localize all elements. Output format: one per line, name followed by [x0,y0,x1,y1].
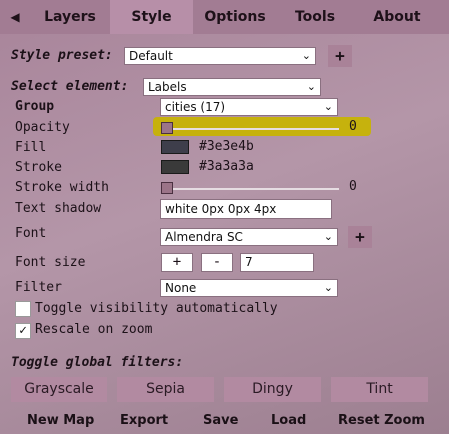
reset-zoom-button[interactable]: Reset Zoom [338,413,425,428]
toggle-visibility-checkbox[interactable] [15,301,31,317]
stroke-label: Stroke [15,160,62,175]
opacity-slider-thumb[interactable] [161,122,173,134]
style-preset-value: Default [129,49,173,63]
fill-color-value: #3e3e4b [199,139,254,154]
chevron-down-icon: ⌄ [306,80,316,93]
opacity-slider[interactable] [163,128,339,130]
dingy-filter-button[interactable]: Dingy [224,377,321,402]
font-value: Almendra SC [165,230,243,244]
text-shadow-label: Text shadow [15,201,102,216]
grayscale-filter-button[interactable]: Grayscale [11,377,107,402]
check-icon: ✓ [19,323,27,338]
new-map-button[interactable]: New Map [27,413,94,428]
select-element-label: Select element: [11,79,129,94]
text-shadow-input[interactable]: white 0px 0px 4px [160,199,332,219]
group-select[interactable]: cities (17) ⌄ [160,98,338,116]
chevron-down-icon: ⌄ [323,281,333,294]
global-filters-label: Toggle global filters: [11,355,184,370]
select-element-value: Labels [148,80,187,94]
filter-select[interactable]: None ⌄ [160,279,338,297]
rescale-on-zoom-label: Rescale on zoom [35,322,153,337]
add-font-button[interactable]: + [348,226,372,248]
stroke-width-slider-thumb[interactable] [161,182,173,194]
stroke-color-swatch[interactable] [161,160,189,174]
collapse-arrow-icon[interactable]: ◀ [0,10,30,24]
group-value: cities (17) [165,100,226,114]
rescale-on-zoom-checkbox[interactable]: ✓ [15,323,31,339]
font-size-input[interactable]: 7 [240,253,314,272]
toggle-visibility-label: Toggle visibility automatically [35,301,278,316]
tab-layers[interactable]: Layers [30,0,110,34]
chevron-down-icon: ⌄ [301,49,311,62]
filter-label: Filter [15,280,62,295]
filter-value: None [165,281,197,295]
tab-about[interactable]: About [353,0,441,34]
font-size-increase-button[interactable]: + [161,253,193,272]
sepia-filter-button[interactable]: Sepia [117,377,214,402]
chevron-down-icon: ⌄ [323,230,333,243]
tab-tools[interactable]: Tools [277,0,353,34]
opacity-label: Opacity [15,120,70,135]
group-label: Group [15,99,55,114]
opacity-highlight [153,117,371,136]
font-label: Font [15,226,47,241]
bottom-action-bar: New Map Export Save Load Reset Zoom [0,408,449,432]
style-preset-select[interactable]: Default ⌄ [124,47,316,65]
stroke-width-label: Stroke width [15,180,109,195]
add-style-preset-button[interactable]: + [328,45,352,67]
font-size-label: Font size [15,255,86,270]
load-button[interactable]: Load [271,413,306,428]
stroke-width-slider[interactable] [163,188,339,190]
export-button[interactable]: Export [120,413,168,428]
stroke-color-value: #3a3a3a [199,159,254,174]
save-button[interactable]: Save [203,413,238,428]
tab-style[interactable]: Style [110,0,193,34]
fill-color-swatch[interactable] [161,140,189,154]
opacity-value: 0 [349,119,357,134]
fill-label: Fill [15,140,47,155]
stroke-width-value: 0 [349,179,357,194]
style-preset-label: Style preset: [11,48,113,63]
font-select[interactable]: Almendra SC ⌄ [160,228,338,246]
tab-bar: ◀ Layers Style Options Tools About [0,0,449,34]
select-element-select[interactable]: Labels ⌄ [143,78,321,96]
tab-options[interactable]: Options [193,0,277,34]
tint-filter-button[interactable]: Tint [331,377,428,402]
font-size-decrease-button[interactable]: - [201,253,233,272]
chevron-down-icon: ⌄ [323,100,333,113]
